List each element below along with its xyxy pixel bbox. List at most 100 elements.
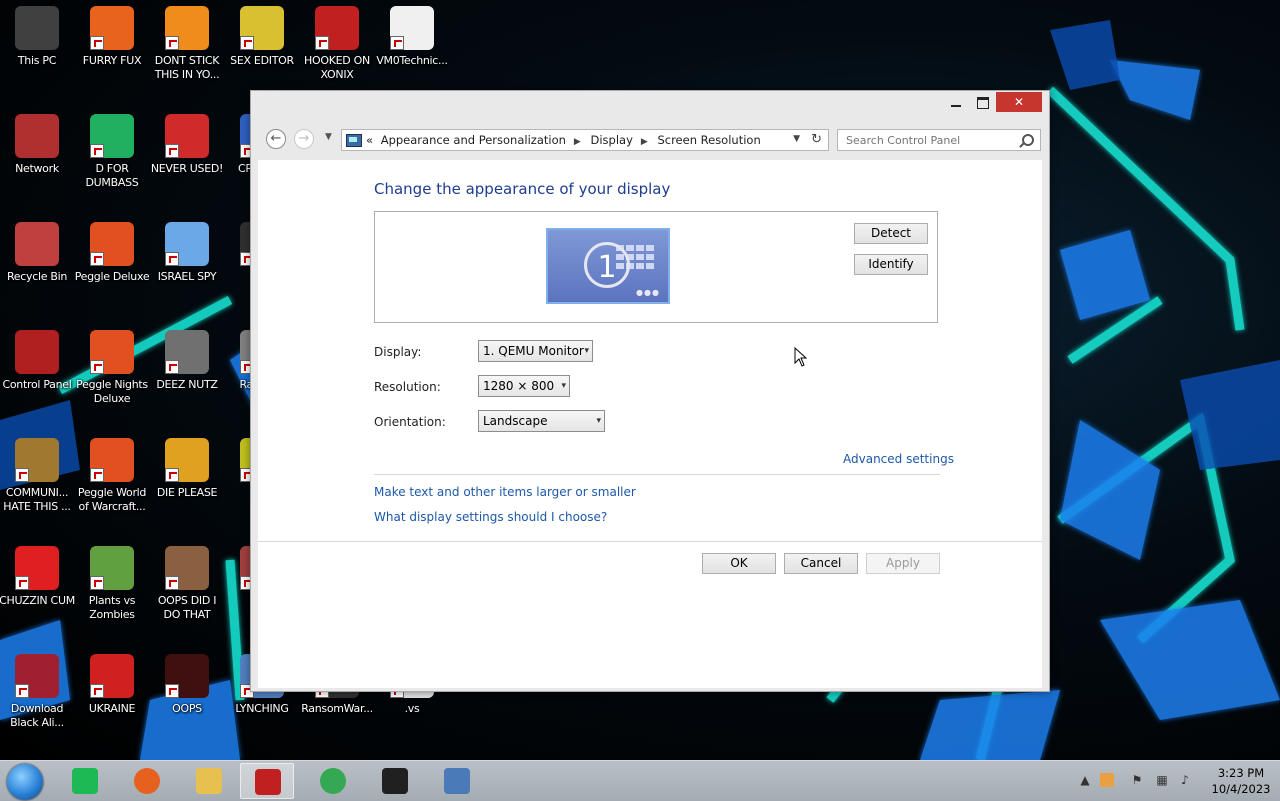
orientation-select[interactable]: Landscape ▾ bbox=[478, 410, 605, 432]
breadcrumb-overflow[interactable]: « bbox=[366, 133, 373, 147]
breadcrumb-screen-resolution[interactable]: Screen Resolution bbox=[657, 133, 760, 147]
desktop-icon-label: DIE PLEASE bbox=[156, 486, 218, 499]
search-input[interactable] bbox=[844, 133, 1018, 148]
shortcut-arrow-icon bbox=[165, 144, 179, 158]
shortcut-arrow-icon bbox=[240, 36, 254, 50]
breadcrumb-display[interactable]: Display bbox=[590, 133, 632, 147]
ok-button[interactable]: OK bbox=[702, 553, 776, 574]
recent-locations-button[interactable]: ▼ bbox=[325, 132, 332, 142]
desktop-icon[interactable]: Plants vs Zombies bbox=[74, 546, 150, 622]
desktop-icon-label: LYNCHING bbox=[235, 702, 289, 715]
desktop-icon[interactable]: OOPS DID I DO THAT bbox=[149, 546, 225, 622]
shortcut-arrow-icon bbox=[165, 684, 179, 698]
desktop-icon[interactable]: VM0Technic... bbox=[374, 6, 450, 68]
breadcrumb: « Appearance and Personalization ▶ Displa… bbox=[366, 133, 765, 147]
address-bar[interactable]: « Appearance and Personalization ▶ Displa… bbox=[341, 129, 829, 151]
shortcut-arrow-icon bbox=[390, 36, 404, 50]
resolution-label: Resolution: bbox=[374, 380, 441, 394]
desktop-icon[interactable]: COMMUNI... HATE THIS ... bbox=[0, 438, 75, 514]
display-help-link[interactable]: What display settings should I choose? bbox=[374, 510, 607, 524]
shortcut-icon bbox=[15, 114, 59, 158]
text-size-link[interactable]: Make text and other items larger or smal… bbox=[374, 485, 636, 499]
breadcrumb-appearance[interactable]: Appearance and Personalization bbox=[381, 133, 566, 147]
desktop-icon-label: DEEZ NUTZ bbox=[156, 378, 218, 391]
detect-button[interactable]: Detect bbox=[854, 223, 928, 244]
taskbar-app-screen-resolution[interactable] bbox=[430, 763, 484, 799]
identify-button[interactable]: Identify bbox=[854, 254, 928, 275]
desktop-icon-label: This PC bbox=[17, 54, 57, 67]
desktop-icon[interactable]: DONT STICK THIS IN YO... bbox=[149, 6, 225, 82]
desktop-icon-label: RansomWar... bbox=[301, 702, 373, 715]
desktop-icon-label: SEX EDITOR bbox=[230, 54, 294, 67]
back-button[interactable]: ← bbox=[266, 129, 286, 149]
network-icon[interactable]: ▦ bbox=[1155, 773, 1169, 787]
action-center-flag-icon[interactable]: ⚑ bbox=[1130, 773, 1144, 787]
desktop-icon[interactable]: FURRY FUX bbox=[74, 6, 150, 68]
desktop-icon[interactable]: Recycle Bin bbox=[0, 222, 75, 284]
desktop-icon[interactable]: Peggle Nights Deluxe bbox=[74, 330, 150, 406]
shortcut-icon bbox=[90, 546, 134, 590]
desktop-icon[interactable]: Peggle World of Warcraft... bbox=[74, 438, 150, 514]
desktop-icon[interactable]: DEEZ NUTZ bbox=[149, 330, 225, 392]
monitor-1-tile[interactable]: 1 ●●● bbox=[546, 228, 670, 304]
volume-icon[interactable]: ♪ bbox=[1178, 773, 1192, 787]
refresh-button[interactable]: ↻ bbox=[811, 132, 822, 147]
desktop-icon[interactable]: Network bbox=[0, 114, 75, 176]
maximize-button[interactable] bbox=[971, 92, 993, 112]
desktop-icon-label: Peggle World of Warcraft... bbox=[77, 486, 147, 513]
address-dropdown-button[interactable]: ▼ bbox=[793, 134, 800, 144]
display-label: Display: bbox=[374, 345, 422, 359]
arrow-right-icon: → bbox=[298, 131, 310, 146]
desktop-icon[interactable]: Peggle Deluxe bbox=[74, 222, 150, 284]
close-icon: ✕ bbox=[1013, 95, 1025, 109]
tray-app-icon[interactable] bbox=[1100, 773, 1114, 787]
cancel-button[interactable]: Cancel bbox=[784, 553, 858, 574]
start-button[interactable] bbox=[7, 764, 43, 800]
desktop-icon[interactable]: CHUZZIN CUM bbox=[0, 546, 75, 608]
chevron-up-icon: ▲ bbox=[1080, 773, 1090, 787]
desktop-icon[interactable]: D FOR DUMBASS bbox=[74, 114, 150, 190]
taskbar-app-spotify[interactable] bbox=[58, 763, 112, 799]
shortcut-arrow-icon bbox=[165, 252, 179, 266]
desktop-icon[interactable]: This PC bbox=[0, 6, 75, 68]
taskbar-app-7zip[interactable] bbox=[368, 763, 422, 799]
shortcut-arrow-icon bbox=[90, 684, 104, 698]
advanced-settings-link[interactable]: Advanced settings bbox=[843, 452, 954, 466]
taskbar-app-chrome[interactable] bbox=[306, 763, 360, 799]
desktop-icon[interactable]: UKRAINE bbox=[74, 654, 150, 716]
taskbar-app-control-panel[interactable] bbox=[240, 763, 294, 799]
taskbar-app-firefox[interactable] bbox=[120, 763, 174, 799]
desktop-icon[interactable]: Download Black Ali... bbox=[0, 654, 75, 730]
taskbar-app-file-explorer[interactable] bbox=[182, 763, 236, 799]
show-hidden-icons-button[interactable]: ▲ bbox=[1078, 773, 1092, 787]
title-bar[interactable]: ✕ bbox=[251, 91, 1049, 115]
chevron-right-icon[interactable]: ▶ bbox=[641, 137, 648, 147]
chevron-right-icon[interactable]: ▶ bbox=[574, 137, 581, 147]
apply-button[interactable]: Apply bbox=[866, 553, 940, 574]
desktop-icon[interactable]: OOPS bbox=[149, 654, 225, 716]
desktop-icon[interactable]: SEX EDITOR bbox=[224, 6, 300, 68]
control-panel-icon bbox=[255, 769, 281, 795]
chevron-down-icon: ▾ bbox=[596, 416, 601, 426]
desktop-icon[interactable]: HOOKED ON XONIX bbox=[299, 6, 375, 82]
clock[interactable]: 3:23 PM 10/4/2023 bbox=[1208, 765, 1274, 797]
monitor-preview-box: 1 ●●● Detect Identify bbox=[374, 211, 938, 323]
display-select[interactable]: 1. QEMU Monitor ▾ bbox=[478, 340, 593, 362]
minimize-button[interactable] bbox=[945, 92, 967, 112]
desktop-icon[interactable]: ISRAEL SPY bbox=[149, 222, 225, 284]
close-button[interactable]: ✕ bbox=[996, 92, 1042, 112]
desktop-icon-label: D FOR DUMBASS bbox=[85, 162, 139, 189]
shortcut-icon bbox=[165, 114, 209, 158]
desktop-icon-label: Control Panel bbox=[2, 378, 72, 391]
shortcut-icon bbox=[240, 6, 284, 50]
shortcut-arrow-icon bbox=[315, 36, 329, 50]
desktop-icon[interactable]: NEVER USED! bbox=[149, 114, 225, 176]
resolution-select[interactable]: 1280 × 800 ▾ bbox=[478, 375, 570, 397]
search-box[interactable] bbox=[837, 129, 1041, 151]
monitor-dots: ●●● bbox=[636, 288, 660, 297]
desktop-icon[interactable]: Control Panel bbox=[0, 330, 75, 392]
shortcut-icon bbox=[90, 222, 134, 266]
forward-button[interactable]: → bbox=[294, 129, 314, 149]
desktop-icon[interactable]: DIE PLEASE bbox=[149, 438, 225, 500]
shortcut-icon bbox=[15, 6, 59, 50]
